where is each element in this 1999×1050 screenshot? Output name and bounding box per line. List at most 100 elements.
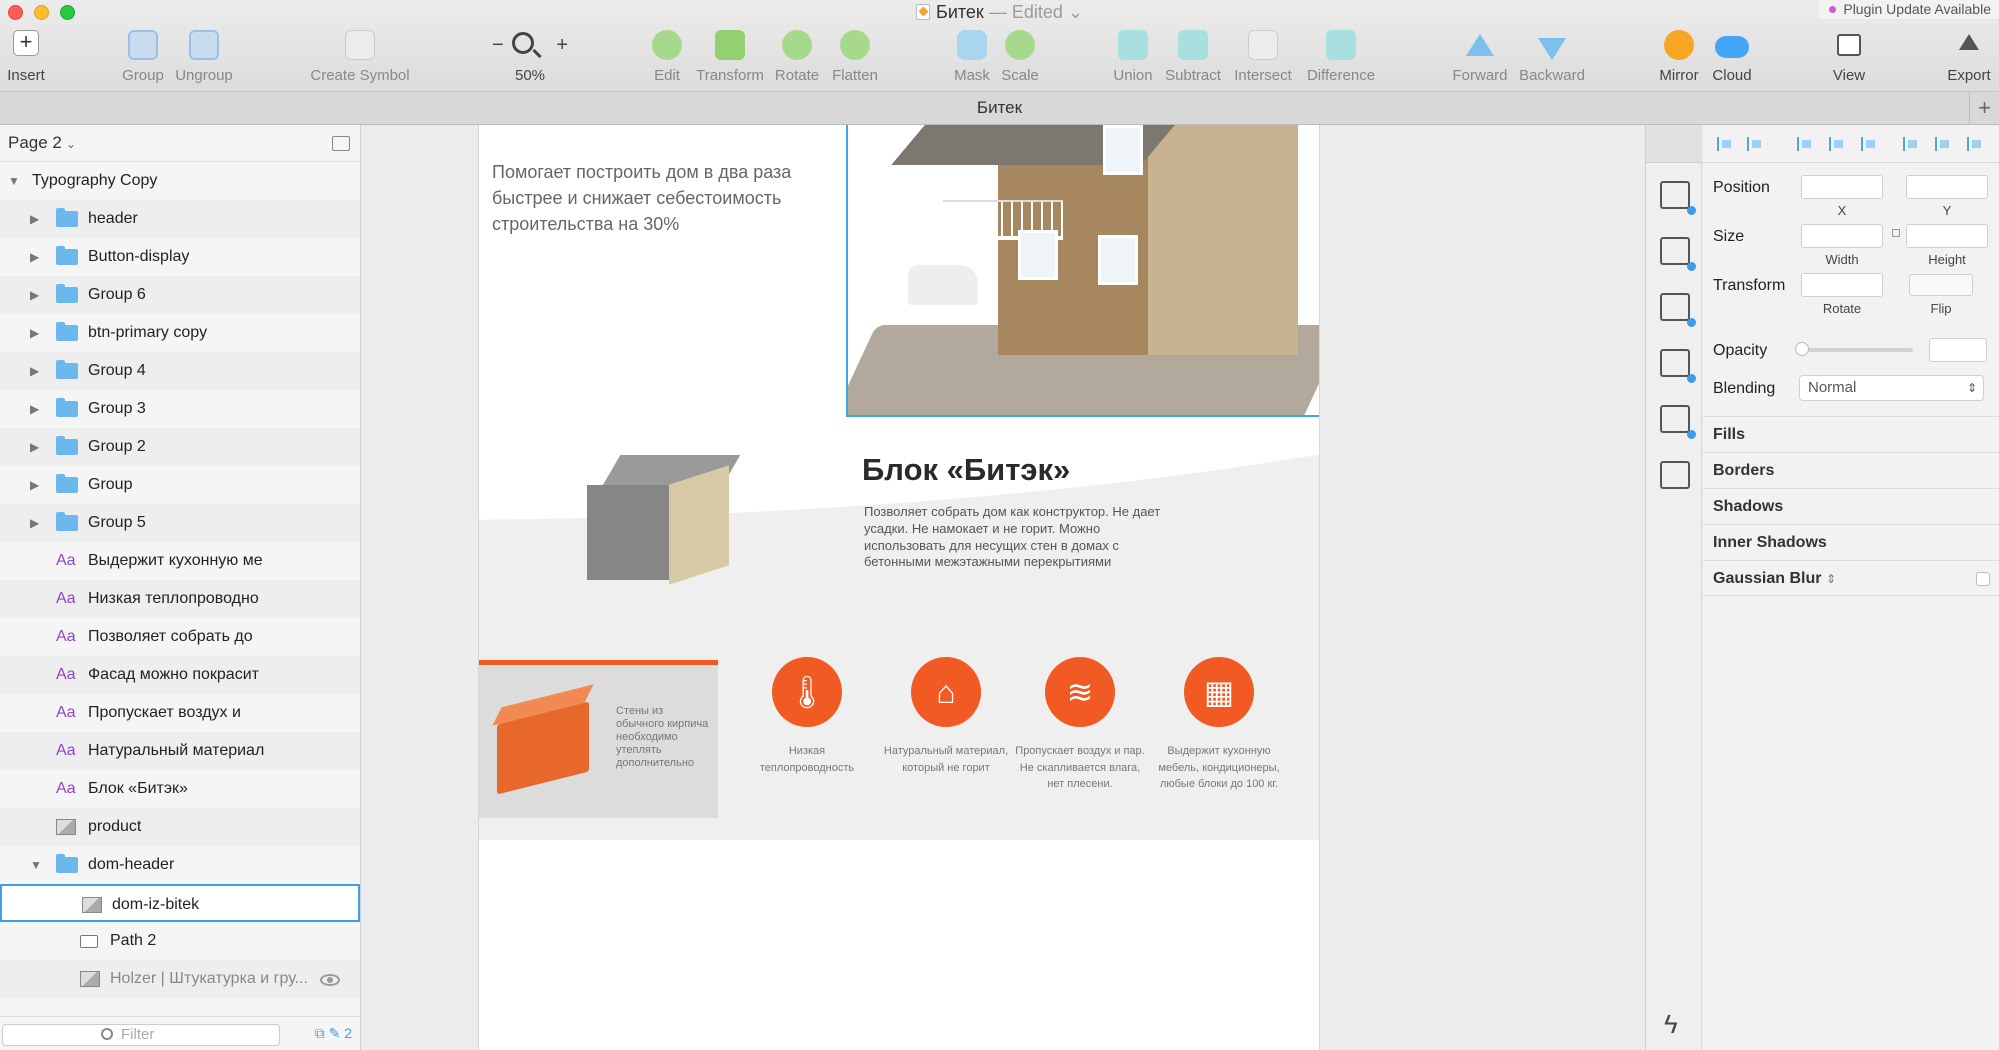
layer-row[interactable]: ▶ Group [0, 466, 360, 504]
width-field[interactable] [1801, 224, 1883, 248]
feature-breathable[interactable]: ≋ Пропускает воздух и пар. Не скапливает… [1015, 657, 1145, 793]
plugin-update-badge[interactable]: Plugin Update Available [1819, 0, 1999, 19]
disclosure-open-icon[interactable]: ▼ [30, 846, 42, 884]
transform-button[interactable]: Transform [696, 28, 764, 88]
layer-root-group[interactable]: ▼ Typography Copy [0, 162, 360, 200]
height-field[interactable] [1906, 224, 1988, 248]
layer-row[interactable]: Aa Выдержит кухонную ме [0, 542, 360, 580]
layer-row[interactable]: ▶ btn-primary copy [0, 314, 360, 352]
position-y-field[interactable] [1906, 175, 1988, 199]
edit-button[interactable]: Edit [647, 28, 687, 88]
align-middle-icon[interactable] [1935, 137, 1951, 151]
layer-row[interactable]: ▶ Group 3 [0, 390, 360, 428]
intersect-button[interactable]: Intersect [1232, 28, 1294, 88]
lightning-icon[interactable]: ϟ [1664, 1009, 1678, 1040]
layer-row[interactable]: dom-iz-bitek [0, 884, 360, 922]
distribute-horizontal-icon[interactable] [1717, 137, 1733, 151]
opacity-slider-knob[interactable] [1795, 342, 1809, 356]
layer-row[interactable]: Aa Пропускает воздух и [0, 694, 360, 732]
blending-select[interactable]: Normal ⇕ [1799, 375, 1984, 401]
align-bottom-icon[interactable] [1967, 137, 1983, 151]
align-left-icon[interactable] [1797, 137, 1813, 151]
feature-natural-material[interactable]: ⌂ Натуральный материал, который не горит [881, 657, 1011, 776]
view-button[interactable]: View [1826, 28, 1872, 88]
dom-iz-bitek-image[interactable] [846, 125, 1319, 417]
layer-row[interactable]: Aa Натуральный материал [0, 732, 360, 770]
layer-row[interactable]: ▶ Group 6 [0, 276, 360, 314]
layout-settings-icon[interactable] [1660, 349, 1696, 383]
layer-row[interactable]: Path 2 [0, 922, 360, 960]
forward-button[interactable]: Forward [1450, 28, 1510, 88]
filter-input[interactable]: Filter [2, 1024, 280, 1046]
shadows-section[interactable]: Shadows [1703, 488, 1999, 524]
distribute-vertical-icon[interactable] [1747, 137, 1763, 151]
zoom-out-button[interactable]: − [492, 34, 504, 57]
subtract-button[interactable]: Subtract [1164, 28, 1222, 88]
inner-shadows-section[interactable]: Inner Shadows [1703, 524, 1999, 560]
disclosure-closed-icon[interactable]: ▶ [30, 428, 39, 466]
disclosure-closed-icon[interactable]: ▶ [30, 314, 39, 352]
layer-row[interactable]: Aa Фасад можно покрасит [0, 656, 360, 694]
filter-options[interactable]: ⧉ ✎ 2 [315, 1025, 352, 1042]
artboard[interactable]: Помогает построить дом в два раза быстре… [478, 125, 1320, 1050]
layer-row[interactable]: ▶ Group 5 [0, 504, 360, 542]
canvas[interactable]: Помогает построить дом в два раза быстре… [362, 125, 1645, 1050]
union-button[interactable]: Union [1110, 28, 1156, 88]
block-description[interactable]: Позволяет собрать дом как конструктор. Н… [864, 504, 1174, 571]
image-add-icon[interactable] [1660, 461, 1690, 489]
hero-text[interactable]: Помогает построить дом в два раза быстре… [492, 159, 842, 237]
disclosure-closed-icon[interactable]: ▶ [30, 466, 39, 504]
gaussian-blur-checkbox[interactable] [1976, 572, 1990, 586]
ungroup-button[interactable]: Ungroup [174, 28, 234, 88]
cloud-button[interactable]: Cloud [1710, 28, 1754, 88]
symbols-filter-icon[interactable]: ⧉ [315, 1025, 325, 1041]
backward-button[interactable]: Backward [1516, 28, 1588, 88]
export-settings-icon[interactable] [1660, 181, 1696, 215]
align-top-icon[interactable] [1903, 137, 1919, 151]
print-settings-icon[interactable] [1660, 237, 1696, 271]
disclosure-closed-icon[interactable]: ▶ [30, 390, 39, 428]
flip-buttons[interactable] [1909, 274, 1973, 296]
slice-filter-icon[interactable]: ✎ [329, 1025, 341, 1041]
create-symbol-button[interactable]: Create Symbol [310, 28, 410, 88]
align-right-icon[interactable] [1861, 137, 1877, 151]
disclosure-open-icon[interactable]: ▼ [8, 162, 20, 200]
disclosure-closed-icon[interactable]: ▶ [30, 504, 39, 542]
align-center-icon[interactable] [1829, 137, 1845, 151]
export-button[interactable]: Export [1944, 28, 1994, 88]
scale-button[interactable]: Scale [1000, 28, 1040, 88]
text-settings-icon[interactable] [1660, 293, 1696, 327]
disclosure-closed-icon[interactable]: ▶ [30, 238, 39, 276]
add-tab-button[interactable]: + [1969, 92, 1999, 124]
page-selector[interactable]: Page 2 ⌄ [0, 125, 360, 162]
layer-row[interactable]: ▼ dom-header [0, 846, 360, 884]
feature-load-bearing[interactable]: ▦ Выдержит кухонную мебель, кондиционеры… [1154, 657, 1284, 793]
disclosure-closed-icon[interactable]: ▶ [30, 352, 39, 390]
document-tab[interactable]: Битек [977, 98, 1022, 117]
inspector-style-tab[interactable] [1646, 125, 1702, 163]
mirror-button[interactable]: Mirror [1656, 28, 1702, 88]
layer-row[interactable]: Aa Низкая теплопроводно [0, 580, 360, 618]
layer-row[interactable]: ▶ Group 2 [0, 428, 360, 466]
edit-path-icon[interactable] [1660, 405, 1696, 439]
mask-button[interactable]: Mask [952, 28, 992, 88]
layer-row[interactable]: Aa Блок «Битэк» [0, 770, 360, 808]
layer-row[interactable]: Aa Позволяет собрать до [0, 618, 360, 656]
chevron-updown-icon[interactable]: ⇕ [1826, 572, 1836, 586]
layer-row[interactable]: ▶ header [0, 200, 360, 238]
block-title[interactable]: Блок «Битэк» [862, 452, 1070, 488]
borders-section[interactable]: Borders [1703, 452, 1999, 488]
eye-icon[interactable] [320, 974, 340, 986]
position-x-field[interactable] [1801, 175, 1883, 199]
opacity-field[interactable] [1929, 338, 1987, 362]
difference-button[interactable]: Difference [1300, 28, 1382, 88]
fills-section[interactable]: Fills [1703, 416, 1999, 452]
flatten-button[interactable]: Flatten [830, 28, 880, 88]
disclosure-closed-icon[interactable]: ▶ [30, 200, 39, 238]
toggle-pages-icon[interactable] [332, 136, 350, 151]
document-title[interactable]: Битек — Edited ⌄ [0, 2, 1999, 23]
rotate-field[interactable] [1801, 273, 1883, 297]
layer-row[interactable]: ▶ Button-display [0, 238, 360, 276]
insert-button[interactable]: + Insert [4, 28, 48, 88]
layer-row[interactable]: Holzer | Штукатурка и гру... [0, 960, 360, 998]
